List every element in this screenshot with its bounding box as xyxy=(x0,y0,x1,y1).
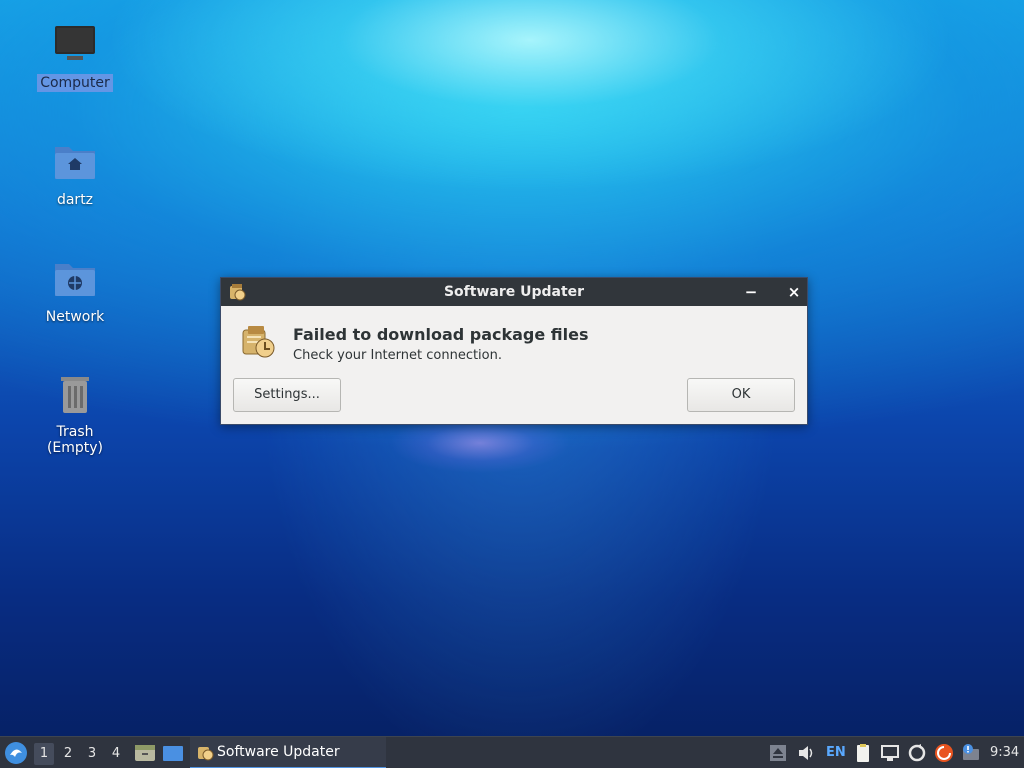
dialog-heading: Failed to download package files xyxy=(293,325,589,344)
desktop-icon-home-folder[interactable]: dartz xyxy=(25,139,125,209)
start-menu-icon[interactable] xyxy=(4,741,28,765)
show-desktop-icon[interactable] xyxy=(162,743,184,763)
desktop-icon-computer[interactable]: Computer xyxy=(25,22,125,92)
desktop-icon-label: Computer xyxy=(37,74,113,92)
dialog-message: Check your Internet connection. xyxy=(293,348,502,363)
task-label: Software Updater xyxy=(217,744,340,760)
desktop-icon-label: dartz xyxy=(56,192,94,208)
desktop-icon-network[interactable]: Network xyxy=(25,256,125,326)
desktop-icon-label: Network xyxy=(45,309,105,325)
workspace-2[interactable]: 2 xyxy=(58,743,78,765)
update-notifier-icon[interactable] xyxy=(934,743,954,763)
keyboard-layout-indicator[interactable]: EN xyxy=(826,745,846,768)
close-button[interactable]: × xyxy=(783,281,805,303)
wallpaper-jellyfish xyxy=(380,418,580,498)
workspace-4[interactable]: 4 xyxy=(106,743,126,765)
ok-button[interactable]: OK xyxy=(687,378,795,412)
desktop-icon-trash[interactable]: Trash (Empty) xyxy=(25,373,125,457)
clock[interactable]: 9:34 xyxy=(990,745,1019,768)
dialog-titlebar[interactable]: Software Updater − × xyxy=(221,278,807,306)
volume-icon[interactable] xyxy=(796,743,816,763)
notification-icon[interactable] xyxy=(961,743,981,763)
clipboard-icon[interactable] xyxy=(853,743,873,763)
computer-icon xyxy=(53,22,97,66)
taskbar: 1 2 3 4 Software Updater EN 9:34 xyxy=(0,736,1024,768)
eject-icon[interactable] xyxy=(768,743,788,763)
home-folder-icon xyxy=(53,139,97,183)
network-icon[interactable] xyxy=(880,743,900,763)
desktop-icon-label: Trash (Empty) xyxy=(46,424,104,456)
software-updater-icon xyxy=(196,743,214,761)
workspace-3[interactable]: 3 xyxy=(82,743,102,765)
sync-icon[interactable] xyxy=(907,743,927,763)
trash-icon xyxy=(53,373,97,417)
network-folder-icon xyxy=(53,256,97,300)
settings-button[interactable]: Settings... xyxy=(233,378,341,412)
minimize-button[interactable]: − xyxy=(740,281,762,303)
file-manager-icon[interactable] xyxy=(134,743,156,763)
software-updater-dialog: Software Updater − × Failed to download … xyxy=(220,277,808,425)
software-updater-icon xyxy=(239,322,277,360)
taskbar-task-software-updater[interactable]: Software Updater xyxy=(190,737,386,768)
dialog-title: Software Updater xyxy=(443,284,585,300)
workspace-1[interactable]: 1 xyxy=(34,743,54,765)
